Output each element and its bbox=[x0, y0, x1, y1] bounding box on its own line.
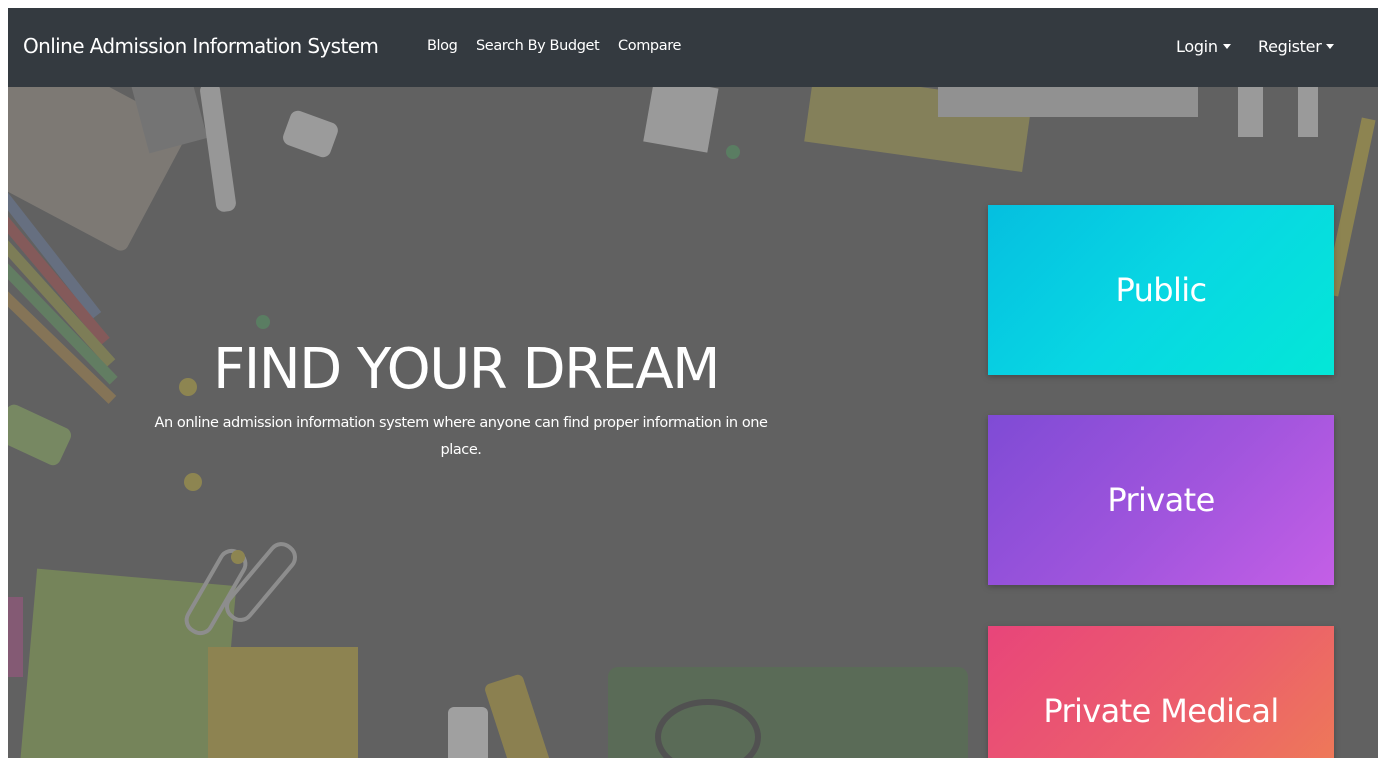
login-label: Login bbox=[1176, 37, 1218, 56]
navbar: Online Admission Information System Blog… bbox=[8, 8, 1378, 87]
category-card-label: Private Medical bbox=[1043, 692, 1279, 730]
register-label: Register bbox=[1258, 37, 1322, 56]
category-card-label: Public bbox=[1115, 271, 1207, 309]
caret-down-icon bbox=[1326, 44, 1335, 49]
hero-section: FIND YOUR DREAM An online admission info… bbox=[8, 87, 1378, 758]
hero-subtitle: An online admission information system w… bbox=[154, 415, 768, 458]
nav-link-search-by-budget[interactable]: Search By Budget bbox=[476, 38, 600, 54]
category-card-private-medical[interactable]: Private Medical bbox=[988, 626, 1334, 758]
nav-link-blog[interactable]: Blog bbox=[427, 38, 458, 54]
hero-title: FIND YOUR DREAM bbox=[213, 337, 721, 402]
category-card-public[interactable]: Public bbox=[988, 205, 1334, 375]
category-card-private[interactable]: Private bbox=[988, 415, 1334, 585]
category-card-label: Private bbox=[1107, 481, 1215, 519]
login-dropdown[interactable]: Login bbox=[1176, 37, 1231, 56]
brand-link[interactable]: Online Admission Information System bbox=[23, 34, 379, 58]
register-dropdown[interactable]: Register bbox=[1258, 37, 1335, 56]
caret-down-icon bbox=[1222, 44, 1231, 49]
nav-link-compare[interactable]: Compare bbox=[618, 38, 681, 54]
page-frame: Online Admission Information System Blog… bbox=[8, 8, 1378, 758]
